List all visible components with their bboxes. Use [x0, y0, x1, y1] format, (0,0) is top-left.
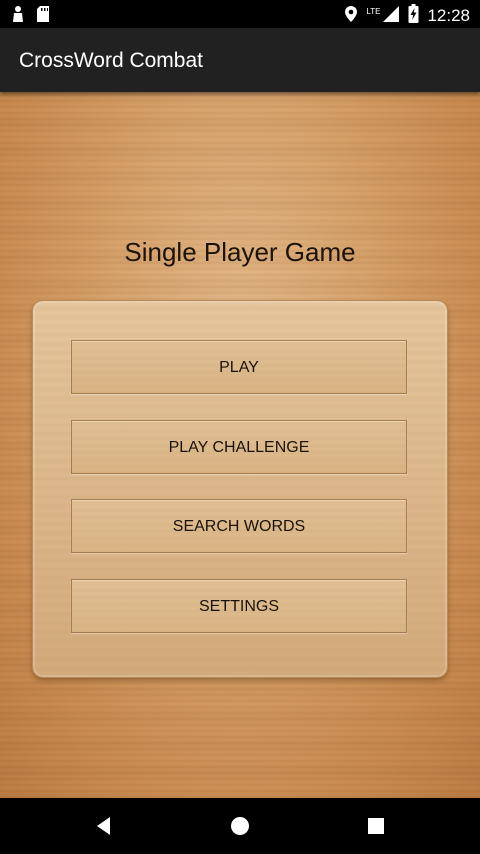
battery-charging-icon — [408, 4, 419, 28]
sd-card-icon — [36, 5, 50, 28]
search-words-button[interactable]: SEARCH WORDS — [71, 499, 407, 553]
screen: LTE 12:28 CrossWord Combat Single Player… — [0, 0, 480, 854]
app-title: CrossWord Combat — [19, 49, 203, 72]
play-challenge-button[interactable]: PLAY CHALLENGE — [71, 420, 407, 474]
play-button[interactable]: PLAY — [71, 340, 407, 394]
signal-icon — [382, 5, 400, 28]
network-type-label: LTE — [366, 6, 381, 16]
app-bar: CrossWord Combat — [0, 28, 480, 92]
clock-time: 12:28 — [427, 6, 470, 25]
navigation-bar — [0, 798, 480, 854]
home-icon[interactable] — [229, 815, 251, 837]
page-title: Single Player Game — [124, 237, 356, 267]
status-bar: LTE 12:28 — [0, 0, 480, 28]
settings-button[interactable]: SETTINGS — [71, 579, 407, 633]
back-icon[interactable] — [93, 815, 115, 837]
wood-background: Single Player Game PLAY PLAY CHALLENGE S… — [0, 92, 480, 798]
recents-icon[interactable] — [365, 815, 387, 837]
location-icon — [344, 5, 358, 28]
menu-panel: PLAY PLAY CHALLENGE SEARCH WORDS SETTING… — [33, 301, 447, 677]
notification-icon — [12, 5, 24, 28]
